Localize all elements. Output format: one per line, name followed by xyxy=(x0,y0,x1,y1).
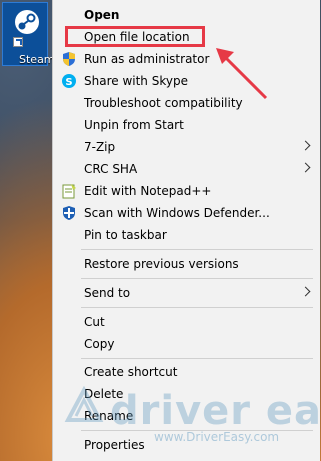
menu-item-label: Run as administrator xyxy=(84,52,210,66)
highlight-box xyxy=(65,26,205,47)
chevron-right-icon xyxy=(300,140,311,151)
red-arrow-annotation-icon xyxy=(216,48,268,100)
chevron-right-icon xyxy=(300,286,311,297)
desktop-icon-label: Steam xyxy=(19,53,55,66)
uac-shield-icon xyxy=(63,52,75,66)
menu-separator xyxy=(81,358,313,359)
menu-item-label: Rename xyxy=(84,409,134,423)
menu-item-delete[interactable]: Delete xyxy=(53,383,319,405)
steam-icon xyxy=(15,10,39,34)
menu-item-rename[interactable]: Rename xyxy=(53,405,319,427)
menu-item-share-with-skype[interactable]: S Share with Skype xyxy=(53,70,319,92)
menu-item-label: Edit with Notepad++ xyxy=(84,184,212,198)
svg-text:S: S xyxy=(65,77,72,88)
menu-item-cut[interactable]: Cut xyxy=(53,311,319,333)
menu-item-pin-to-taskbar[interactable]: Pin to taskbar xyxy=(53,224,319,246)
shortcut-overlay-icon xyxy=(13,37,23,47)
menu-item-label: Send to xyxy=(84,286,131,300)
menu-item-create-shortcut[interactable]: Create shortcut xyxy=(53,361,319,383)
menu-item-restore-previous-versions[interactable]: Restore previous versions xyxy=(53,253,319,275)
menu-item-label: Cut xyxy=(84,315,105,329)
menu-item-edit-with-notepadpp[interactable]: Edit with Notepad++ xyxy=(53,180,319,202)
menu-item-7-zip[interactable]: 7-Zip xyxy=(53,136,319,158)
menu-item-unpin-from-start[interactable]: Unpin from Start xyxy=(53,114,319,136)
menu-item-run-as-administrator[interactable]: Run as administrator xyxy=(53,48,319,70)
menu-item-open[interactable]: Open xyxy=(53,4,319,26)
menu-separator xyxy=(81,430,313,431)
menu-item-send-to[interactable]: Send to xyxy=(53,282,319,304)
menu-item-label: Copy xyxy=(84,337,115,351)
defender-icon xyxy=(63,206,75,220)
menu-item-properties[interactable]: Properties xyxy=(53,434,319,456)
menu-separator xyxy=(81,249,313,250)
menu-item-label: Pin to taskbar xyxy=(84,228,167,242)
menu-item-label: Open xyxy=(84,8,120,22)
menu-item-troubleshoot-compatibility[interactable]: Troubleshoot compatibility xyxy=(53,92,319,114)
chevron-right-icon xyxy=(300,162,311,173)
skype-icon: S xyxy=(62,74,76,88)
menu-item-label: Unpin from Start xyxy=(84,118,184,132)
context-menu: Open Open file location Run as administr… xyxy=(52,0,320,461)
menu-item-label: 7-Zip xyxy=(84,140,116,154)
menu-item-copy[interactable]: Copy xyxy=(53,333,319,355)
menu-item-label: Properties xyxy=(84,438,145,452)
menu-item-label: Restore previous versions xyxy=(84,257,239,271)
menu-separator xyxy=(81,278,313,279)
menu-item-label: Delete xyxy=(84,387,124,401)
steam-desktop-shortcut[interactable]: Steam xyxy=(2,2,55,66)
menu-item-label: Scan with Windows Defender... xyxy=(84,206,270,220)
menu-item-scan-with-windows-defender[interactable]: Scan with Windows Defender... xyxy=(53,202,319,224)
menu-item-crc-sha[interactable]: CRC SHA xyxy=(53,158,319,180)
menu-item-label: CRC SHA xyxy=(84,162,138,176)
menu-item-label: Create shortcut xyxy=(84,365,178,379)
menu-separator xyxy=(81,307,313,308)
notepadpp-icon xyxy=(62,184,76,199)
menu-item-label: Share with Skype xyxy=(84,74,188,88)
